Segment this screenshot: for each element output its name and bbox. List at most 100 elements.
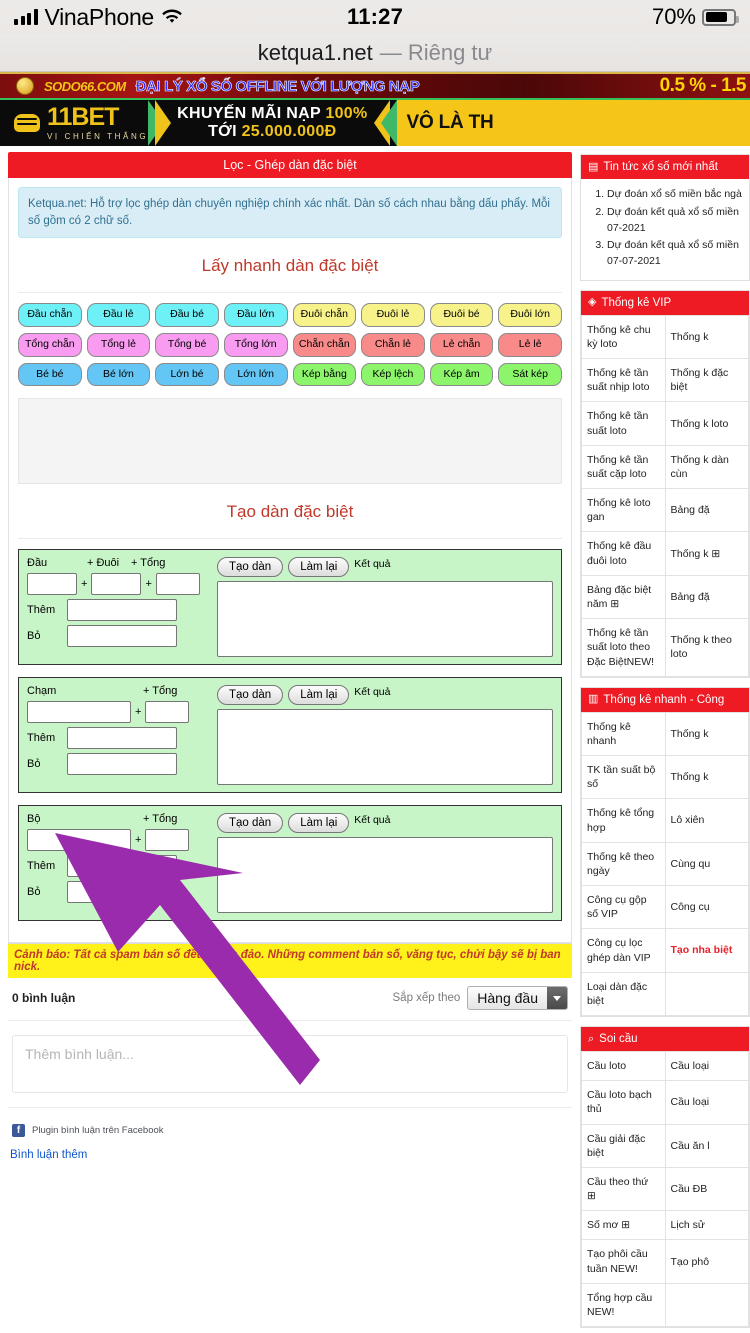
create-dan-button[interactable]: Tạo dàn <box>217 813 283 833</box>
soicau-cell-left[interactable]: Cầu loto bạch thủ <box>582 1081 666 1124</box>
quick-cell-left[interactable]: Công cụ gộp số VIP <box>582 886 666 929</box>
input-cham[interactable] <box>27 701 131 723</box>
quick-cell-left[interactable]: Thống kê theo ngày <box>582 842 666 885</box>
chip-lon-be[interactable]: Lớn bé <box>155 363 219 387</box>
quick-cell-right[interactable]: Công cụ <box>665 886 749 929</box>
chip-dau-chan[interactable]: Đầu chẵn <box>18 303 82 327</box>
soicau-cell-right[interactable]: Cầu ĐB <box>665 1167 749 1210</box>
input-tong[interactable] <box>156 573 200 595</box>
vip-cell-right[interactable]: Bảng đặ <box>665 489 749 532</box>
vip-cell-left[interactable]: Bảng đặc biệt năm ⊞ <box>582 575 666 618</box>
vip-cell-left[interactable]: Thống kê tần suất loto <box>582 402 666 445</box>
input-them[interactable] <box>67 855 177 877</box>
vip-cell-left[interactable]: Thống kê loto gan <box>582 489 666 532</box>
quick-cell-right[interactable]: Thống k <box>665 756 749 799</box>
quick-cell-right-highlighted[interactable]: Tạo nha biệt <box>665 929 749 972</box>
input-tong[interactable] <box>145 701 189 723</box>
input-bo[interactable] <box>67 753 177 775</box>
chip-tong-chan[interactable]: Tổng chẵn <box>18 333 82 357</box>
chip-be-be[interactable]: Bé bé <box>18 363 82 387</box>
vip-cell-left[interactable]: Thống kê tần suất loto theo Đặc BiệtNEW! <box>582 619 666 677</box>
input-them[interactable] <box>67 599 177 621</box>
soicau-cell-right[interactable]: Lịch sử <box>665 1211 749 1240</box>
soicau-cell-right[interactable]: Cầu ăn l <box>665 1124 749 1167</box>
sort-select[interactable]: Hàng đầu <box>467 986 568 1010</box>
quick-cell-left[interactable]: Loại dàn đặc biệt <box>582 972 666 1015</box>
quick-cell-right[interactable]: Thống k <box>665 712 749 755</box>
input-them[interactable] <box>67 727 177 749</box>
chip-kep-bang[interactable]: Kép bằng <box>293 363 357 387</box>
soicau-cell-left[interactable]: Cầu giải đặc biệt <box>582 1124 666 1167</box>
soicau-cell-right[interactable]: Tạo phô <box>665 1240 749 1283</box>
vip-cell-left[interactable]: Thống kê tần suất nhịp loto <box>582 359 666 402</box>
ad-banner-11bet[interactable]: 11BET VỊ CHIẾN THẮNG KHUYẾN MÃI NẠP 100%… <box>0 100 750 146</box>
list-item[interactable]: Dự đoán xổ số miền bắc ngà <box>607 187 743 203</box>
vip-cell-right[interactable]: Thống k theo loto <box>665 619 749 677</box>
vip-cell-right[interactable]: Thống k <box>665 315 749 358</box>
ad-cta-block[interactable]: VÔ LÀ TH <box>397 100 750 146</box>
soicau-cell-left[interactable]: Tạo phôi cầu tuần NEW! <box>582 1240 666 1283</box>
chip-duoi-lon[interactable]: Đuôi lớn <box>498 303 562 327</box>
browser-address-bar[interactable]: ketqua1.net — Riêng tư <box>0 34 750 72</box>
chip-lon-lon[interactable]: Lớn lớn <box>224 363 288 387</box>
chip-tong-be[interactable]: Tổng bé <box>155 333 219 357</box>
input-dau[interactable] <box>27 573 77 595</box>
ad-banner-sodo66[interactable]: SODO66.COM ĐẠI LÝ XỔ SỐ OFFLINE VỚI LƯỢN… <box>0 72 750 100</box>
vip-cell-right[interactable]: Thống k đặc biệt <box>665 359 749 402</box>
soicau-cell-left[interactable]: Tổng hợp cầu NEW! <box>582 1283 666 1326</box>
vip-cell-left[interactable]: Thống kê chu kỳ loto <box>582 315 666 358</box>
soicau-cell-right[interactable] <box>665 1283 749 1326</box>
input-bo[interactable] <box>67 881 177 903</box>
vip-cell-left[interactable]: Thống kê đầu đuôi loto <box>582 532 666 575</box>
soicau-cell-right[interactable]: Cầu loại <box>665 1052 749 1081</box>
chip-le-chan[interactable]: Lẻ chẵn <box>430 333 494 357</box>
quick-cell-left[interactable]: Công cụ lọc ghép dàn VIP <box>582 929 666 972</box>
more-comments-link[interactable]: Bình luận thêm <box>8 1145 572 1161</box>
chip-be-lon[interactable]: Bé lớn <box>87 363 151 387</box>
chip-duoi-be[interactable]: Đuôi bé <box>430 303 494 327</box>
vip-cell-right[interactable]: Bảng đặ <box>665 575 749 618</box>
chip-sat-kep[interactable]: Sát kép <box>498 363 562 387</box>
chip-dau-lon[interactable]: Đầu lớn <box>224 303 288 327</box>
chip-dau-le[interactable]: Đầu lẻ <box>87 303 151 327</box>
chip-chan-le[interactable]: Chẵn lẻ <box>361 333 425 357</box>
create-dan-button[interactable]: Tạo dàn <box>217 557 283 577</box>
soicau-cell-left[interactable]: Số mơ ⊞ <box>582 1211 666 1240</box>
reset-button[interactable]: Làm lại <box>288 685 349 705</box>
input-bo[interactable] <box>67 625 177 647</box>
soicau-cell-left[interactable]: Cầu theo thứ ⊞ <box>582 1167 666 1210</box>
chip-tong-lon[interactable]: Tổng lớn <box>224 333 288 357</box>
chip-dau-be[interactable]: Đầu bé <box>155 303 219 327</box>
input-bo-set[interactable] <box>27 829 131 851</box>
chip-duoi-chan[interactable]: Đuôi chẵn <box>293 303 357 327</box>
quick-cell-left[interactable]: Thống kê nhanh <box>582 712 666 755</box>
chip-duoi-le[interactable]: Đuôi lẻ <box>361 303 425 327</box>
vip-cell-right[interactable]: Thống k ⊞ <box>665 532 749 575</box>
soicau-cell-right[interactable]: Cầu loại <box>665 1081 749 1124</box>
chip-le-le[interactable]: Lẻ lẻ <box>498 333 562 357</box>
comment-input[interactable]: Thêm bình luận... <box>12 1035 568 1093</box>
quick-cell-right[interactable]: Cùng qu <box>665 842 749 885</box>
quick-cell-left[interactable]: TK tần suất bộ số <box>582 756 666 799</box>
chip-kep-lech[interactable]: Kép lệch <box>361 363 425 387</box>
input-tong[interactable] <box>145 829 189 851</box>
create-dan-button[interactable]: Tạo dàn <box>217 685 283 705</box>
vip-cell-left[interactable]: Thống kê tần suất cặp loto <box>582 445 666 488</box>
quick-cell-left[interactable]: Thống kê tổng hợp <box>582 799 666 842</box>
result-output[interactable] <box>217 837 553 913</box>
reset-button[interactable]: Làm lại <box>288 557 349 577</box>
vip-cell-right[interactable]: Thống k loto <box>665 402 749 445</box>
chip-kep-am[interactable]: Kép âm <box>430 363 494 387</box>
quick-cell-right[interactable]: Lô xiên <box>665 799 749 842</box>
input-duoi[interactable] <box>91 573 141 595</box>
reset-button[interactable]: Làm lại <box>288 813 349 833</box>
chip-tong-le[interactable]: Tổng lẻ <box>87 333 151 357</box>
chip-chan-chan[interactable]: Chẵn chẵn <box>293 333 357 357</box>
result-output[interactable] <box>217 709 553 785</box>
vip-cell-right[interactable]: Thống k dàn cùn <box>665 445 749 488</box>
quick-cell-right[interactable] <box>665 972 749 1015</box>
list-item[interactable]: Dự đoán kết quả xổ số miền 07-2021 <box>607 205 743 237</box>
result-output[interactable] <box>217 581 553 657</box>
soicau-cell-left[interactable]: Cầu loto <box>582 1052 666 1081</box>
list-item[interactable]: Dự đoán kết quả xổ số miền 07-07-2021 <box>607 238 743 270</box>
